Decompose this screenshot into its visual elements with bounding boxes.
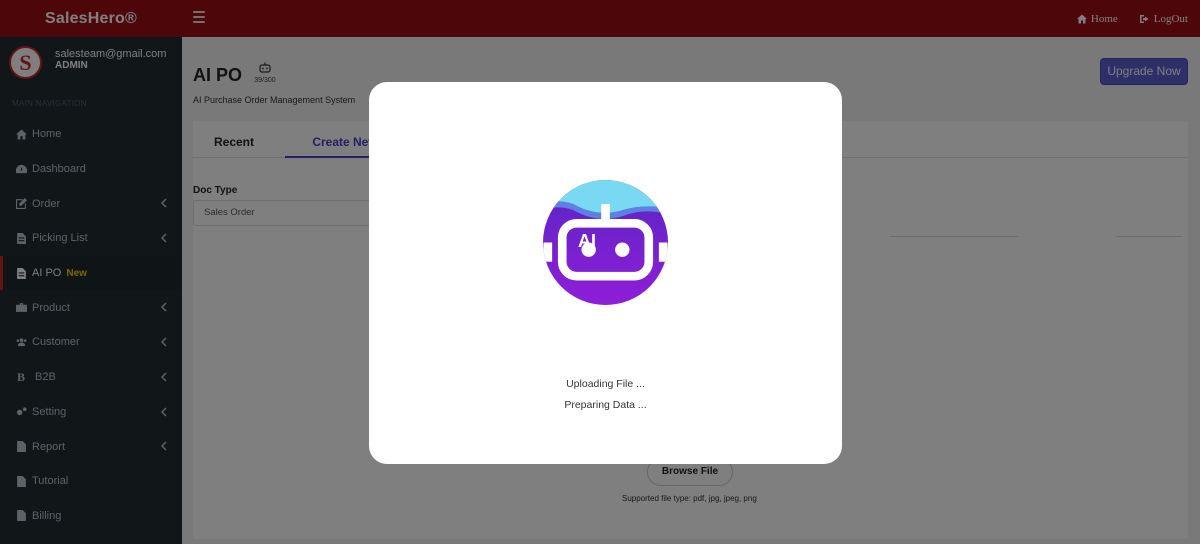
status-uploading: Uploading File ...: [566, 378, 645, 390]
ai-logo: AI: [543, 180, 668, 305]
status-preparing: Preparing Data ...: [564, 399, 647, 411]
robot-icon: [543, 204, 668, 281]
upload-progress-modal: AI Uploading File ... Preparing Data ...: [369, 82, 842, 464]
